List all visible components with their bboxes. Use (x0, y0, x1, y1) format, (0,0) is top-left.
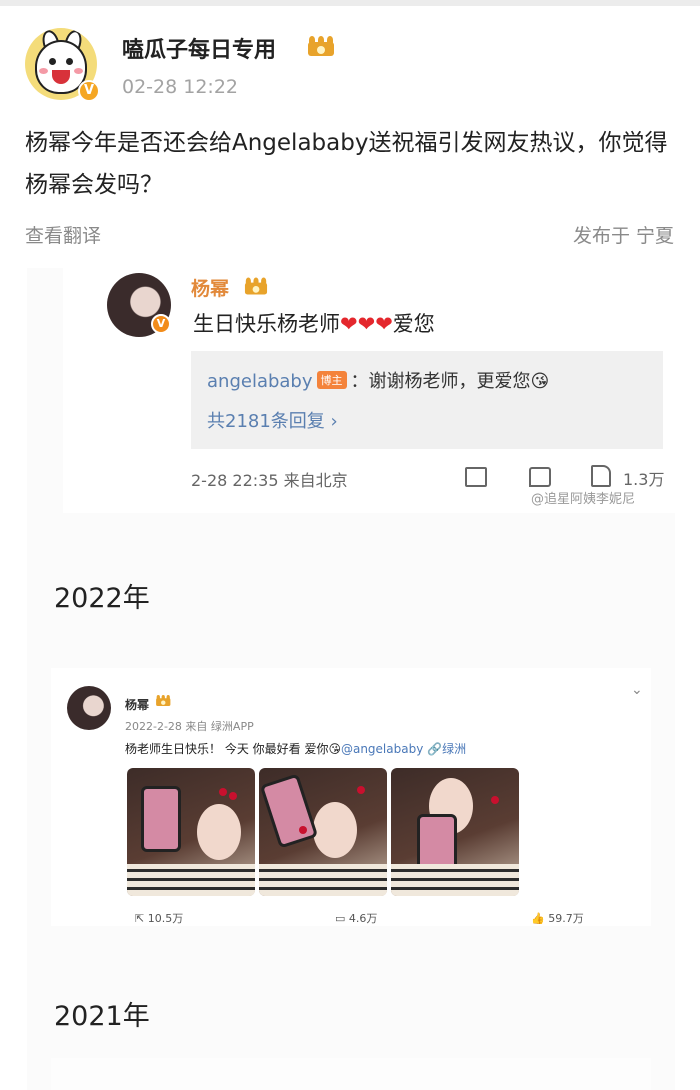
like-count[interactable]: 👍 59.7万 (531, 910, 584, 926)
crown-icon (306, 36, 336, 56)
oasis-link: 🔗绿洲 (427, 742, 467, 756)
screenshot-text: 杨老师生日快乐！ 今天 你最好看 爱你😘@angelababy 🔗绿洲 (125, 742, 467, 756)
post-location: 发布于 宁夏 (572, 225, 674, 247)
like-count: 1.3万 (623, 470, 665, 489)
screenshot-text: 生日快乐杨老师❤❤❤爱您 (193, 312, 435, 336)
kiss-emoji: 😘 (530, 371, 550, 392)
crown-icon (243, 277, 269, 295)
reply-box: angelababy 博主 ：谢谢杨老师，更爱您😘 共2181条回复 › (191, 351, 663, 449)
weibo-screenshot-2023: V 杨幂 生日快乐杨老师❤❤❤爱您 angelababy 博主 ：谢谢杨老师，更爱您… (63, 268, 675, 513)
post-image[interactable]: V 杨幂 生日快乐杨老师❤❤❤爱您 angelababy 博主 ：谢谢杨老师，更爱您… (27, 268, 675, 1090)
translate-link[interactable]: 查看翻译 (25, 221, 101, 248)
share-icon (465, 467, 487, 487)
weibo-screenshot-2021 (51, 1058, 651, 1090)
yangmi-avatar (67, 686, 111, 730)
reply-user: angelababy (207, 371, 313, 392)
top-bar (0, 0, 700, 6)
reply-text: ：谢谢杨老师，更爱您 (350, 371, 531, 392)
screenshot-username: 杨幂 (191, 278, 230, 300)
author-badge: 博主 (316, 371, 347, 389)
watermark: @追星阿姨李妮尼 (531, 492, 636, 507)
hearts: ❤❤❤ (340, 312, 393, 336)
username[interactable]: 嗑瓜子每日专用 (122, 32, 276, 64)
year-label-2022: 2022年 (54, 583, 150, 614)
photo-1 (127, 768, 255, 896)
like-icon (591, 465, 611, 487)
comment-count[interactable]: ▭ 4.6万 (335, 910, 377, 926)
crown-icon (155, 695, 172, 706)
photo-2 (259, 768, 387, 896)
weibo-screenshot-2022: 杨幂 2022-2-28 来自 绿洲APP ⌄ 杨老师生日快乐！ 今天 你最好看… (51, 668, 651, 926)
repost-count[interactable]: ⇱ 10.5万 (135, 910, 183, 926)
comment-icon (529, 467, 551, 487)
reply-line: angelababy 博主 ：谢谢杨老师，更爱您😘 (207, 367, 549, 393)
post-timestamp: 02-28 12:22 (122, 76, 239, 98)
post-text: 杨幂今年是否还会给Angelababy送祝福引发网友热议，你觉得杨幂会发吗？ (25, 130, 668, 198)
verified-icon: V (78, 80, 100, 102)
screenshot-username: 杨幂 (125, 698, 150, 712)
reply-count: 共2181条回复 › (207, 411, 338, 432)
verified-icon: V (151, 314, 171, 334)
year-label-2021: 2021年 (54, 1001, 150, 1032)
screenshot-meta: 2-28 22:35 来自北京 (191, 471, 348, 490)
chevron-down-icon: ⌄ (631, 682, 643, 698)
photo-3 (391, 768, 519, 896)
screenshot-meta: 2022-2-28 来自 绿洲APP (125, 720, 254, 733)
mention-link: @angelababy (340, 742, 424, 756)
